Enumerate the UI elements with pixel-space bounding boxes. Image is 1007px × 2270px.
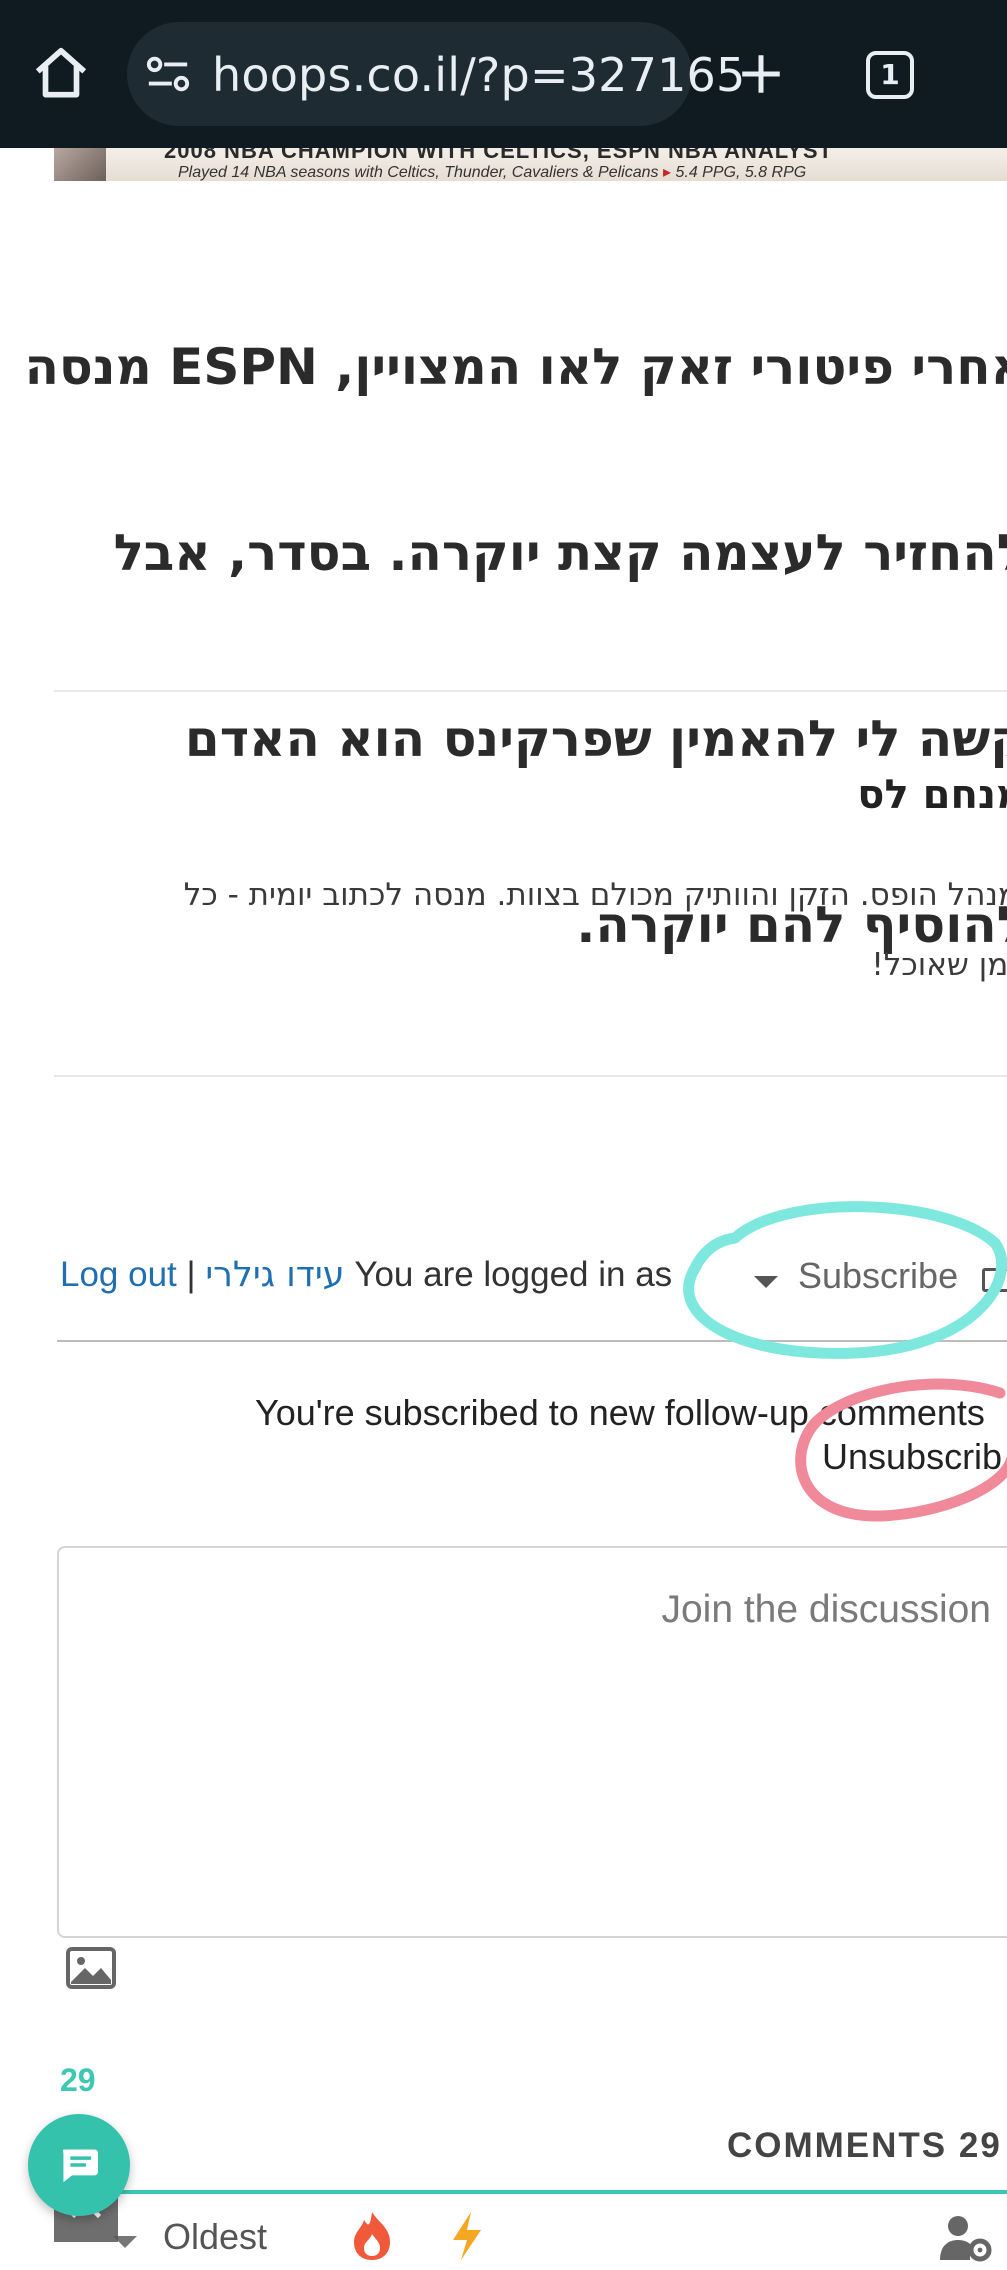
article-line: אחרי פיטורי זאק לאו המצויין, ESPN מנסה [24,338,1007,396]
author-bio-line: זמן שאוכל! [871,947,1007,983]
comments-heading: COMMENTS 29 [727,2126,1002,2165]
login-status: Log out | עידו גילרי You are logged in a… [60,1255,672,1315]
player-banner: 2008 NBA CHAMPION WITH CELTICS, ESPN NBA… [54,148,1007,181]
image-icon[interactable] [65,1946,117,1990]
subscribe-label: Subscribe [798,1255,959,1296]
comment-placeholder: Join the discussion [661,1588,991,1631]
url-text[interactable]: hoops.co.il/?p=327165 [212,48,746,102]
bolt-icon[interactable] [447,2210,487,2262]
author-name[interactable]: מנחם לס [857,772,1007,818]
sort-oldest[interactable]: Oldest [163,2216,267,2258]
banner-subline: Played 14 NBA seasons with Celtics, Thun… [178,164,807,181]
home-icon[interactable] [30,43,92,105]
accent-divider [110,2190,1007,2194]
plus-icon[interactable] [736,46,786,102]
tab-switcher-icon[interactable]: 1 [866,51,914,99]
author-bio: מנהל הופס. הזקן והוותיק מכולם בצוות. מנס… [39,860,1007,1000]
logged-in-text: You are logged in as [354,1255,673,1294]
author-bio-line: מנהל הופס. הזקן והוותיק מכולם בצוות. מנס… [183,877,1007,913]
flame-icon[interactable] [350,2210,394,2262]
divider [54,1075,1007,1077]
tune-icon[interactable] [145,54,191,94]
address-bar[interactable]: hoops.co.il/?p=327165 [127,22,745,126]
subscribe-button[interactable]: Subscribe [798,1255,958,1297]
comment-count-badge: 29 [60,2062,96,2098]
chevron-down-icon[interactable] [754,1276,778,1288]
chat-icon [62,2149,98,2183]
comment-textarea[interactable]: Join the discussion [57,1546,1007,1938]
browser-toolbar: hoops.co.il/?p=327165 1 [0,0,1007,148]
banner-subline-text: Played 14 NBA seasons with Celtics, Thun… [178,164,659,181]
chat-fab-button[interactable] [28,2114,130,2216]
article-line: להחזיר לעצמה קצת יוקרה. בסדר, אבל [113,524,1007,582]
user-gear-icon[interactable] [938,2212,994,2262]
divider [57,1340,1007,1342]
logout-link[interactable]: Log out [60,1255,177,1294]
subscribed-notice: You're subscribed to new follow-up comme… [255,1392,985,1433]
mail-icon[interactable] [982,1268,1007,1292]
separator: | [186,1255,196,1294]
unsubscribe-link[interactable]: Unsubscrib [822,1436,1002,1478]
player-photo [54,148,106,181]
banner-stats: 5.4 PPG, 5.8 RPG [675,164,807,181]
divider [54,690,1007,692]
username-link[interactable]: עידו גילרי [205,1255,344,1295]
